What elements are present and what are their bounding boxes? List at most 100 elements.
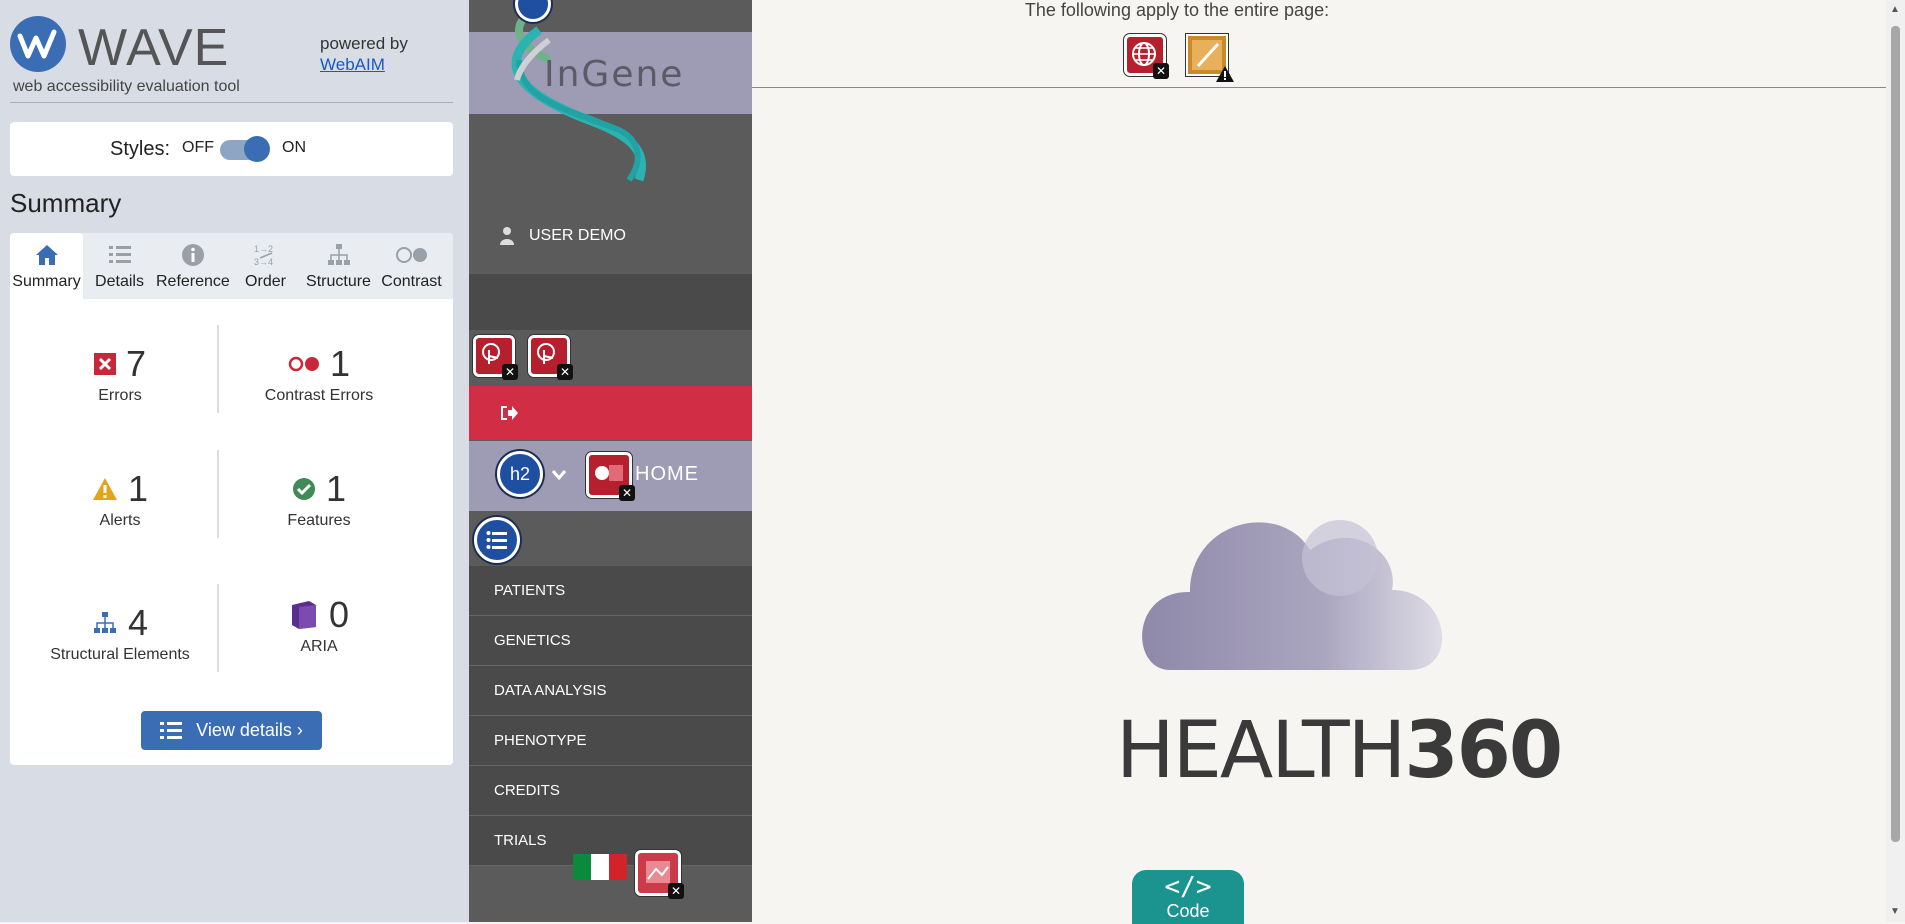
tab-details-label: Details [95, 273, 144, 290]
logout-button[interactable] [469, 386, 752, 440]
stat-structural: 4 Structural Elements [20, 602, 220, 664]
brand-name: InGene [544, 54, 685, 95]
italian-flag-icon[interactable] [573, 854, 627, 880]
view-details-button[interactable]: View details › [141, 711, 322, 750]
wave-sidebar: WAVE web accessibility evaluation tool p… [0, 0, 469, 922]
list-icon [83, 241, 156, 269]
contrast-icon [375, 241, 448, 269]
wave-alert-icon[interactable] [1186, 34, 1234, 82]
tab-summary-label: Summary [12, 273, 81, 290]
contrast-errors-count: 1 [329, 343, 351, 384]
error-x-icon: ✕ [668, 883, 684, 899]
structural-count: 4 [127, 602, 149, 643]
error-x-icon: ✕ [502, 364, 518, 380]
wave-error-icon[interactable]: ✕ [473, 335, 518, 380]
stat-contrast-errors: 1 Contrast Errors [219, 343, 419, 405]
health360-wordmark: HEALTH360 [1116, 706, 1563, 796]
stat-errors: 7 Errors [20, 343, 220, 405]
wave-image-error-icon[interactable]: ✕ [635, 850, 684, 899]
nav-item-genetics[interactable]: GENETICS [469, 616, 752, 666]
list-icon [160, 721, 183, 739]
wave-logo-icon [10, 16, 66, 72]
contrast-error-icon [288, 356, 319, 372]
styles-toggle-box: Styles: OFF ON [10, 122, 453, 176]
tab-bar: Summary Details Reference 1→23→4 Order [10, 233, 453, 299]
health-prefix: HEALTH [1116, 706, 1406, 796]
code-icon: </> [1164, 872, 1212, 902]
info-icon [156, 241, 229, 269]
tab-order[interactable]: 1→2 3→4 Order [229, 233, 302, 299]
alert-triangle-icon [1216, 66, 1234, 82]
user-icon [500, 227, 514, 245]
summary-heading: Summary [10, 188, 122, 218]
scroll-down-icon[interactable]: ▼ [1890, 906, 1900, 917]
stat-alerts: 1 Alerts [20, 468, 220, 530]
notice-divider [752, 87, 1886, 88]
alerts-count: 1 [127, 468, 149, 509]
wave-error-icon[interactable]: ✕ [528, 335, 573, 380]
feature-check-icon [292, 478, 315, 500]
svg-text:1→2: 1→2 [254, 244, 273, 254]
aria-icon [291, 601, 316, 629]
structure-icon [302, 241, 375, 269]
error-x-icon: ✕ [557, 364, 573, 380]
alerts-label: Alerts [99, 512, 141, 529]
page-notice: The following apply to the entire page: [1024, 0, 1330, 20]
errors-count: 7 [125, 343, 147, 384]
nav-item-patients[interactable]: PATIENTS [469, 566, 752, 616]
error-x-icon: ✕ [619, 485, 635, 501]
order-icon: 1→2 3→4 [229, 241, 302, 269]
sign-out-icon [501, 406, 518, 420]
user-menu[interactable]: USER DEMO [499, 226, 626, 246]
cloud-logo [1142, 520, 1443, 670]
site-navigation: InGene USER DEMO ✕ ✕ h2 ✕ HOME PATIENTS … [469, 0, 752, 922]
error-icon [93, 353, 116, 375]
wave-language-error-icon[interactable]: ✕ [1124, 34, 1169, 79]
styles-label: Styles: [110, 138, 171, 160]
health-suffix: 360 [1404, 706, 1563, 796]
aria-count: 0 [328, 594, 350, 635]
chevron-down-icon[interactable] [551, 469, 567, 481]
nav-item-data-analysis[interactable]: DATA ANALYSIS [469, 666, 752, 716]
wave-image-error-icon[interactable]: ✕ [586, 452, 635, 501]
tab-structure[interactable]: Structure [302, 233, 375, 299]
home-icon [10, 241, 83, 269]
webaim-link[interactable]: WebAIM [320, 55, 385, 74]
user-name: USER DEMO [529, 227, 626, 244]
tab-contrast-label: Contrast [381, 273, 442, 290]
features-count: 1 [325, 468, 347, 509]
wave-tagline: web accessibility evaluation tool [13, 78, 240, 95]
nav-item-phenotype[interactable]: PHENOTYPE [469, 716, 752, 766]
scroll-thumb[interactable] [1891, 26, 1900, 842]
nav-item-credits[interactable]: CREDITS [469, 766, 752, 816]
stat-aria: 0 ARIA [219, 594, 419, 656]
wave-code-toggle[interactable]: </> Code [1132, 870, 1244, 924]
nav-spacer-band [469, 274, 752, 330]
h2-heading-icon[interactable]: h2 [497, 451, 543, 497]
list-structure-icon[interactable] [474, 517, 520, 563]
toggle-off-label: OFF [182, 139, 214, 156]
svg-text:3→4: 3→4 [254, 257, 273, 267]
tab-reference[interactable]: Reference [156, 233, 230, 299]
structure-element-icon [93, 612, 116, 633]
divider [10, 102, 453, 103]
error-x-icon: ✕ [1153, 63, 1169, 79]
summary-panel: Summary Details Reference 1→23→4 Order [10, 233, 453, 765]
main-content: The following apply to the entire page: … [752, 0, 1886, 924]
aria-label: ARIA [300, 638, 338, 655]
code-label: Code [1166, 901, 1210, 921]
scroll-up-icon[interactable]: ▲ [1890, 4, 1900, 15]
contrast-errors-label: Contrast Errors [264, 387, 374, 404]
styles-toggle-knob[interactable] [244, 136, 270, 162]
view-details-label: View details › [196, 720, 303, 740]
nav-menu: PATIENTS GENETICS DATA ANALYSIS PHENOTYP… [469, 566, 752, 866]
tab-details[interactable]: Details [83, 233, 156, 299]
nav-home[interactable]: h2 ✕ HOME [469, 441, 752, 511]
home-label: HOME [635, 463, 699, 485]
tab-summary[interactable]: Summary [10, 233, 83, 299]
alert-icon [92, 478, 117, 500]
stat-features: 1 Features [219, 468, 419, 530]
tab-contrast[interactable]: Contrast [375, 233, 448, 299]
page-scrollbar[interactable]: ▲ ▼ [1886, 0, 1905, 922]
tab-order-label: Order [245, 273, 286, 290]
